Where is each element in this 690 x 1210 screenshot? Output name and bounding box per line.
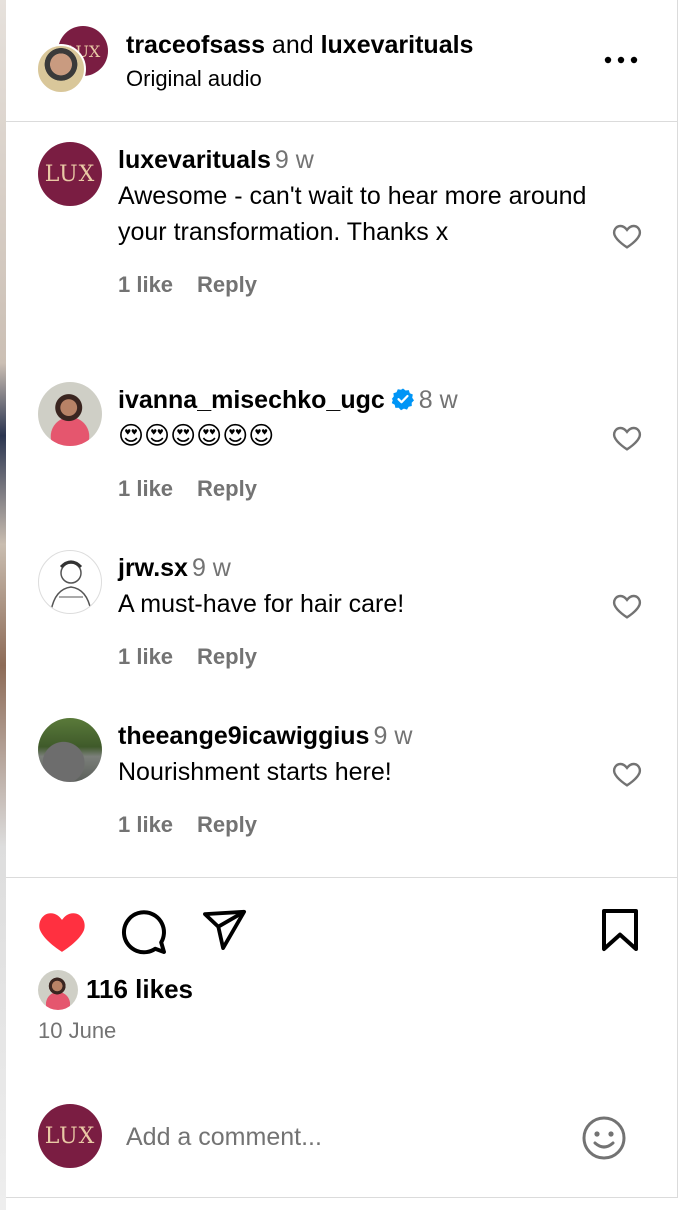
more-horizontal-icon bbox=[604, 56, 638, 64]
comment-text: A must-have for hair care! bbox=[118, 590, 405, 618]
comment-username[interactable]: ivanna_misechko_ugc bbox=[118, 386, 385, 414]
right-gutter bbox=[679, 0, 690, 1210]
comment-icon[interactable] bbox=[120, 908, 168, 956]
lux-logo: LUX bbox=[44, 1123, 96, 1149]
post-header: LUX traceofsass and luxevarituals Origin… bbox=[6, 0, 678, 122]
likes-count[interactable]: 116 likes bbox=[86, 974, 193, 1005]
comment-text: Nourishment starts here! bbox=[118, 758, 392, 786]
reply-button[interactable]: Reply bbox=[197, 812, 257, 837]
reply-button[interactable]: Reply bbox=[197, 476, 257, 501]
heart-outline-icon[interactable] bbox=[610, 220, 644, 252]
comment-time: 9 w bbox=[373, 722, 413, 750]
comment-username[interactable]: theeange9icawiggius bbox=[118, 722, 369, 750]
avatar[interactable] bbox=[38, 718, 102, 782]
comment-likes[interactable]: 1 like bbox=[118, 272, 173, 297]
heart-outline-icon[interactable] bbox=[610, 590, 644, 622]
reply-button[interactable]: Reply bbox=[197, 272, 257, 297]
comment-username[interactable]: jrw.sx bbox=[118, 554, 188, 582]
header-user-luxevarituals[interactable]: luxevarituals bbox=[321, 31, 474, 59]
verified-badge-icon bbox=[391, 388, 414, 411]
comment-text: 😍😍😍😍😍😍 bbox=[118, 421, 275, 450]
comment-body: jrw.sx 9 w A must-have for hair care! 1 l… bbox=[118, 550, 588, 670]
comment-body: theeange9icawiggius 9 w Nourishment start… bbox=[118, 718, 588, 838]
avatar[interactable] bbox=[38, 382, 102, 446]
sketch-portrait-icon bbox=[50, 560, 92, 612]
comment-body: ivanna_misechko_ugc 8 w 😍😍😍😍😍😍 1 like Repl… bbox=[118, 382, 588, 502]
heart-filled-icon[interactable] bbox=[36, 908, 88, 954]
comment-time: 8 w bbox=[418, 386, 458, 414]
avatar[interactable] bbox=[38, 970, 78, 1010]
more-options-button[interactable] bbox=[598, 46, 644, 74]
bookmark-icon[interactable] bbox=[600, 908, 640, 952]
avatar[interactable] bbox=[38, 550, 102, 614]
traceofsass-avatar bbox=[36, 44, 86, 94]
avatar[interactable]: LUX bbox=[38, 142, 102, 206]
comment-time: 9 w bbox=[274, 146, 314, 174]
comment-body: luxevarituals 9 w Awesome - can't wait to… bbox=[118, 142, 588, 298]
header-user-traceofsass[interactable]: traceofsass bbox=[126, 31, 265, 59]
add-comment-bar: LUX bbox=[6, 1098, 678, 1178]
section-divider bbox=[6, 877, 678, 878]
comment-username[interactable]: luxevarituals bbox=[118, 146, 271, 174]
comment-time: 9 w bbox=[191, 554, 231, 582]
comment-likes[interactable]: 1 like bbox=[118, 644, 173, 669]
heart-outline-icon[interactable] bbox=[610, 422, 644, 454]
header-title: traceofsass and luxevarituals bbox=[126, 30, 473, 60]
header-conjunction: and bbox=[264, 31, 321, 59]
heart-outline-icon[interactable] bbox=[610, 758, 644, 790]
lux-logo: LUX bbox=[44, 161, 96, 187]
post-date: 10 June bbox=[38, 1018, 117, 1043]
comment-text: Awesome - can't wait to hear more around… bbox=[118, 182, 587, 246]
audio-link[interactable]: Original audio bbox=[126, 66, 262, 92]
smiley-icon[interactable] bbox=[580, 1114, 628, 1162]
avatar: LUX bbox=[38, 1104, 102, 1168]
send-icon[interactable] bbox=[202, 908, 248, 950]
header-avatars[interactable]: LUX bbox=[36, 26, 108, 98]
reply-button[interactable]: Reply bbox=[197, 644, 257, 669]
comment-likes[interactable]: 1 like bbox=[118, 812, 173, 837]
comment-input[interactable] bbox=[126, 1118, 566, 1156]
post-panel: LUX traceofsass and luxevarituals Origin… bbox=[6, 0, 678, 1198]
comment-likes[interactable]: 1 like bbox=[118, 476, 173, 501]
